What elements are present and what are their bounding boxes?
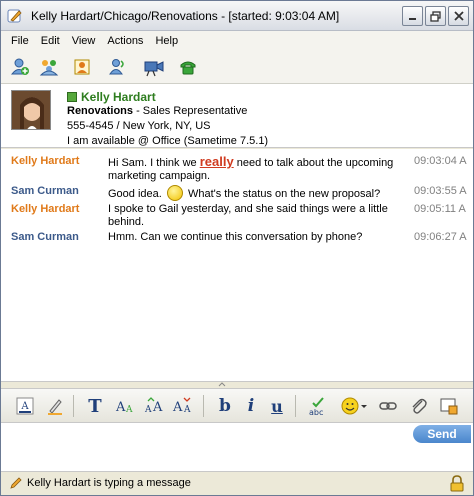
contact-name: Kelly Hardart (81, 90, 156, 104)
text-color-button[interactable]: A (13, 395, 37, 417)
restore-button[interactable] (425, 6, 446, 26)
contact-photo-icon (12, 91, 50, 129)
phone-button[interactable] (177, 57, 199, 77)
contact-phone: 555-4545 / New York, NY, US (67, 120, 211, 132)
grow-font-button[interactable]: AA (143, 395, 167, 417)
highlight-button[interactable] (43, 395, 67, 417)
paperclip-icon (412, 398, 427, 414)
toolbar-separator (295, 395, 296, 417)
message-text: Good idea. What's the status on the new … (108, 185, 413, 201)
group-icon (39, 60, 59, 76)
video-button[interactable] (143, 57, 165, 77)
add-person-button[interactable] (9, 57, 31, 77)
screen-capture-button[interactable] (437, 395, 461, 417)
online-status-icon (67, 92, 77, 102)
screen-capture-icon (440, 398, 458, 415)
menu-actions[interactable]: Actions (101, 35, 149, 47)
message-text: Hmm. Can we continue this conversation b… (108, 231, 363, 243)
menu-view[interactable]: View (66, 35, 102, 47)
message-text: Hi Sam. I think we really need to talk a… (108, 154, 394, 182)
smiley-icon (341, 397, 367, 415)
status-bar: Kelly Hardart is typing a message (1, 471, 473, 495)
underline-button[interactable]: u (265, 395, 289, 417)
svg-text:A: A (144, 405, 152, 415)
avatar (11, 90, 51, 130)
italic-button[interactable]: i (239, 395, 263, 417)
message-sender: Sam Curman (11, 185, 79, 197)
font-size-button[interactable]: AA (113, 395, 137, 417)
splitter-grip-icon (218, 382, 226, 387)
font-button[interactable]: T (83, 395, 107, 417)
chat-transcript[interactable]: Kelly Hardart Hi Sam. I think we really … (1, 149, 473, 381)
menu-file[interactable]: File (5, 35, 35, 47)
svg-text:A: A (125, 405, 133, 415)
menu-bar: File Edit View Actions Help (1, 31, 473, 51)
window-title: Kelly Hardart/Chicago/Renovations - [sta… (31, 9, 340, 23)
message-time: 09:05:11 A (414, 203, 466, 215)
video-icon (144, 61, 164, 77)
chat-window: Kelly Hardart/Chicago/Renovations - [sta… (0, 0, 474, 496)
people-icon (109, 59, 124, 75)
contact-role: - Sales Representative (133, 105, 248, 117)
contact-company: Renovations - Sales Representative (67, 105, 247, 117)
emoticon-button[interactable] (339, 395, 369, 417)
toolbar-separator (73, 395, 74, 417)
lock-icon (450, 475, 464, 492)
group-button[interactable] (38, 57, 60, 77)
highlight-pen-icon (48, 399, 62, 415)
grow-font-icon: AA (144, 397, 163, 415)
emphasized-word: really (199, 154, 234, 169)
restore-icon (430, 10, 441, 22)
link-icon (379, 402, 397, 410)
svg-text:A: A (172, 400, 183, 415)
toolbar-separator (203, 395, 204, 417)
spell-check-button[interactable]: abc (306, 395, 330, 417)
svg-text:A: A (115, 400, 126, 415)
font-size-icon: AA (115, 400, 133, 415)
message-time: 09:06:27 A (414, 231, 467, 243)
text-color-icon: A (16, 397, 34, 415)
pencil-icon (10, 477, 22, 489)
message-sender: Kelly Hardart (11, 155, 80, 167)
spell-check-icon: abc (309, 397, 324, 417)
menu-edit[interactable]: Edit (35, 35, 66, 47)
pen-app-icon (7, 9, 22, 23)
shrink-font-icon: AA (172, 397, 191, 415)
minimize-button[interactable] (402, 6, 423, 26)
message-sender: Sam Curman (11, 231, 79, 243)
invite-icon (74, 59, 90, 75)
svg-text:A: A (152, 400, 163, 415)
message-time: 09:03:55 A (414, 185, 467, 197)
attach-file-button[interactable] (407, 395, 431, 417)
message-time: 09:03:04 A (414, 155, 467, 167)
people-button[interactable] (107, 57, 129, 77)
company-name: Renovations (67, 105, 134, 117)
smiley-icon (166, 185, 183, 201)
bold-button[interactable]: b (213, 395, 237, 417)
invite-button[interactable] (71, 57, 93, 77)
pane-splitter[interactable] (1, 381, 473, 389)
contact-card: Kelly Hardart Renovations - Sales Repres… (1, 84, 473, 148)
format-toolbar: A T AA AA AA b i u abc (1, 389, 473, 423)
add-person-icon (10, 58, 29, 75)
close-button[interactable] (448, 6, 469, 26)
message-text: I spoke to Gail yesterday, and she said … (108, 203, 388, 228)
phone-icon (180, 61, 196, 75)
close-icon (453, 11, 464, 21)
title-bar: Kelly Hardart/Chicago/Renovations - [sta… (1, 1, 473, 31)
minimize-icon (408, 18, 416, 20)
svg-text:A: A (20, 401, 29, 412)
main-toolbar (1, 51, 473, 84)
shrink-font-button[interactable]: AA (171, 395, 195, 417)
svg-text:A: A (183, 405, 191, 415)
svg-text:abc: abc (309, 408, 323, 417)
message-sender: Kelly Hardart (11, 203, 80, 215)
send-button[interactable]: Send (413, 425, 471, 443)
message-input[interactable]: Send (1, 423, 473, 471)
insert-link-button[interactable] (376, 395, 400, 417)
menu-help[interactable]: Help (149, 35, 184, 47)
contact-availability: I am available @ Office (Sametime 7.5.1) (67, 135, 269, 147)
typing-status: Kelly Hardart is typing a message (27, 477, 191, 489)
